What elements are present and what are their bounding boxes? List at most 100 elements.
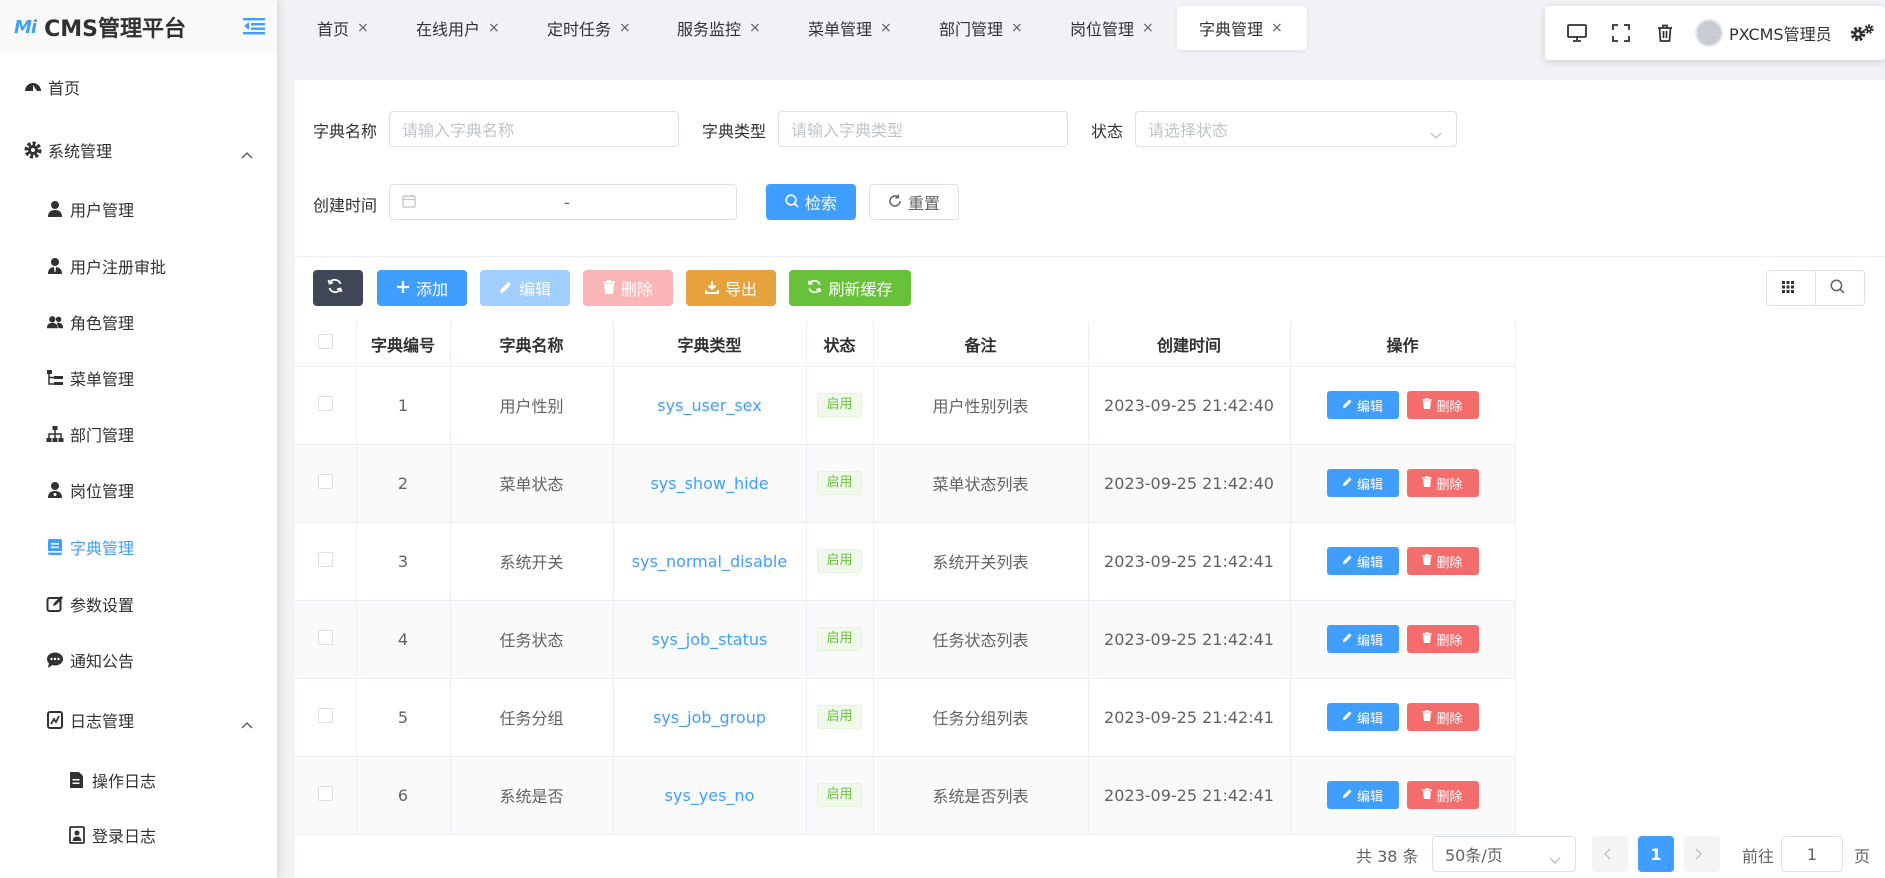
next-page-button[interactable] — [1684, 836, 1720, 872]
dict-type-link[interactable]: sys_yes_no — [665, 786, 755, 805]
tab-online-users[interactable]: 在线用户 × — [396, 6, 520, 50]
row-checkbox[interactable] — [317, 707, 333, 723]
logo[interactable]: Mi CMS管理平台 — [0, 0, 277, 54]
column-header[interactable]: 状态 — [806, 322, 874, 367]
row-delete-button[interactable]: 删除 — [1406, 625, 1479, 653]
close-icon[interactable]: × — [1011, 20, 1023, 36]
tab-scheduled-tasks[interactable]: 定时任务 × — [527, 6, 651, 50]
close-icon[interactable]: × — [357, 20, 369, 36]
prev-page-button[interactable] — [1592, 836, 1628, 872]
table-row[interactable]: 2 菜单状态 sys_show_hide 启用 菜单状态列表 2023-09-25 21:… — [295, 444, 1516, 523]
close-icon[interactable]: × — [880, 20, 892, 36]
row-delete-button[interactable]: 删除 — [1406, 781, 1479, 809]
dict-type-link[interactable]: sys_user_sex — [657, 396, 761, 415]
sidebar-item-departments[interactable]: 部门管理 — [0, 414, 277, 454]
dict-name-input[interactable]: 请输入字典名称 — [389, 111, 679, 147]
sidebar-item-roles[interactable]: 角色管理 — [0, 302, 277, 342]
sidebar-item-menus[interactable]: 菜单管理 — [0, 358, 277, 398]
page-size-select[interactable]: 50条/页 — [1432, 836, 1576, 872]
sidebar-item-operation-log[interactable]: 操作日志 — [0, 760, 277, 800]
tab-menus[interactable]: 菜单管理 × — [788, 6, 912, 50]
user-name[interactable]: PXCMS管理员 — [1729, 21, 1832, 45]
add-button[interactable]: 添加 — [377, 270, 467, 306]
toggle-search-button[interactable] — [1815, 270, 1865, 306]
row-checkbox[interactable] — [317, 473, 333, 489]
fullscreen-icon[interactable] — [1599, 13, 1643, 53]
column-header[interactable]: 字典名称 — [450, 322, 614, 367]
refresh-cache-button[interactable]: 刷新缓存 — [789, 270, 911, 306]
close-icon[interactable]: × — [619, 20, 631, 36]
row-edit-button[interactable]: 编辑 — [1326, 547, 1399, 575]
sidebar-item-users[interactable]: 用户管理 — [0, 189, 277, 229]
avatar[interactable] — [1695, 19, 1723, 47]
row-delete-label: 删除 — [1436, 399, 1463, 415]
row-edit-button[interactable]: 编辑 — [1326, 391, 1399, 419]
sync-icon — [807, 279, 828, 298]
row-delete-button[interactable]: 删除 — [1406, 703, 1479, 731]
row-delete-button[interactable]: 删除 — [1406, 391, 1479, 419]
refresh-cache-button-label: 刷新缓存 — [828, 280, 893, 299]
dict-type-link[interactable]: sys_normal_disable — [632, 552, 787, 571]
dict-type-link[interactable]: sys_show_hide — [650, 474, 768, 493]
refresh-button[interactable] — [313, 270, 363, 306]
table-row[interactable]: 5 任务分组 sys_job_group 启用 任务分组列表 2023-09-25 21:… — [295, 678, 1516, 757]
status-select[interactable]: 请选择状态 — [1135, 111, 1457, 147]
sidebar-item-posts[interactable]: 岗位管理 — [0, 470, 277, 510]
column-header[interactable]: 字典类型 — [613, 322, 807, 367]
menu-fold-icon[interactable] — [243, 16, 265, 36]
column-header[interactable]: 备注 — [873, 322, 1089, 367]
tab-label: 首页 — [317, 20, 350, 39]
row-checkbox[interactable] — [317, 785, 333, 801]
table-row[interactable]: 1 用户性别 sys_user_sex 启用 用户性别列表 2023-09-25 21:4… — [295, 366, 1516, 445]
tab-home[interactable]: 首页 × — [297, 6, 389, 50]
search-button[interactable]: 检索 — [766, 184, 856, 220]
trash-icon[interactable] — [1643, 13, 1687, 53]
sidebar-item-dictionary[interactable]: 字典管理 — [0, 527, 277, 567]
dict-type-link[interactable]: sys_job_group — [653, 708, 766, 727]
row-checkbox[interactable] — [317, 395, 333, 411]
row-checkbox[interactable] — [317, 629, 333, 645]
sidebar-item-user-approval[interactable]: 用户注册审批 — [0, 246, 277, 286]
column-header[interactable]: 字典编号 — [356, 322, 451, 367]
row-edit-button[interactable]: 编辑 — [1326, 469, 1399, 497]
close-icon[interactable]: × — [1271, 20, 1283, 36]
tab-dictionary[interactable]: 字典管理 × — [1177, 6, 1307, 50]
page-number-current[interactable]: 1 — [1638, 836, 1674, 872]
select-all-checkbox[interactable] — [317, 334, 333, 350]
dict-name: 菜单状态 — [450, 444, 614, 523]
close-icon[interactable]: × — [749, 20, 761, 36]
sidebar-item-notices[interactable]: 通知公告 — [0, 640, 277, 680]
monitor-icon[interactable] — [1555, 13, 1599, 53]
table-row[interactable]: 3 系统开关 sys_normal_disable 启用 系统开关列表 2023-09-2… — [295, 522, 1516, 601]
close-icon[interactable]: × — [1142, 20, 1154, 36]
sidebar-item-system[interactable]: 系统管理 — [0, 130, 277, 170]
tab-service-monitor[interactable]: 服务监控 × — [657, 6, 781, 50]
goto-page-input[interactable]: 1 — [1781, 836, 1843, 872]
tab-departments[interactable]: 部门管理 × — [919, 6, 1043, 50]
row-checkbox[interactable] — [317, 551, 333, 567]
sidebar-item-logs[interactable]: 日志管理 — [0, 700, 277, 740]
column-header[interactable]: 创建时间 — [1088, 322, 1291, 367]
reset-button[interactable]: 重置 — [869, 184, 959, 220]
date-range-picker[interactable]: - — [389, 184, 737, 220]
settings-gear-icon[interactable] — [1841, 13, 1885, 53]
dict-type-link[interactable]: sys_job_status — [652, 630, 768, 649]
row-edit-button[interactable]: 编辑 — [1326, 625, 1399, 653]
export-button[interactable]: 导出 — [686, 270, 776, 306]
row-delete-button[interactable]: 删除 — [1406, 469, 1479, 497]
edit-button[interactable]: 编辑 — [480, 270, 570, 306]
sidebar-item-params[interactable]: 参数设置 — [0, 584, 277, 624]
sidebar-item-login-log[interactable]: 登录日志 — [0, 815, 277, 855]
row-edit-button[interactable]: 编辑 — [1326, 781, 1399, 809]
sidebar-item-home[interactable]: 首页 — [0, 67, 277, 107]
sidebar-item-label: 字典管理 — [70, 539, 135, 558]
delete-button[interactable]: 删除 — [583, 270, 673, 306]
columns-toggle-button[interactable] — [1766, 270, 1816, 306]
close-icon[interactable]: × — [488, 20, 500, 36]
table-row[interactable]: 4 任务状态 sys_job_status 启用 任务状态列表 2023-09-25 21… — [295, 600, 1516, 679]
row-delete-button[interactable]: 删除 — [1406, 547, 1479, 575]
row-edit-button[interactable]: 编辑 — [1326, 703, 1399, 731]
table-row[interactable]: 6 系统是否 sys_yes_no 启用 系统是否列表 2023-09-25 21:42:… — [295, 756, 1516, 835]
tab-posts[interactable]: 岗位管理 × — [1050, 6, 1174, 50]
dict-type-input[interactable]: 请输入字典类型 — [778, 111, 1068, 147]
